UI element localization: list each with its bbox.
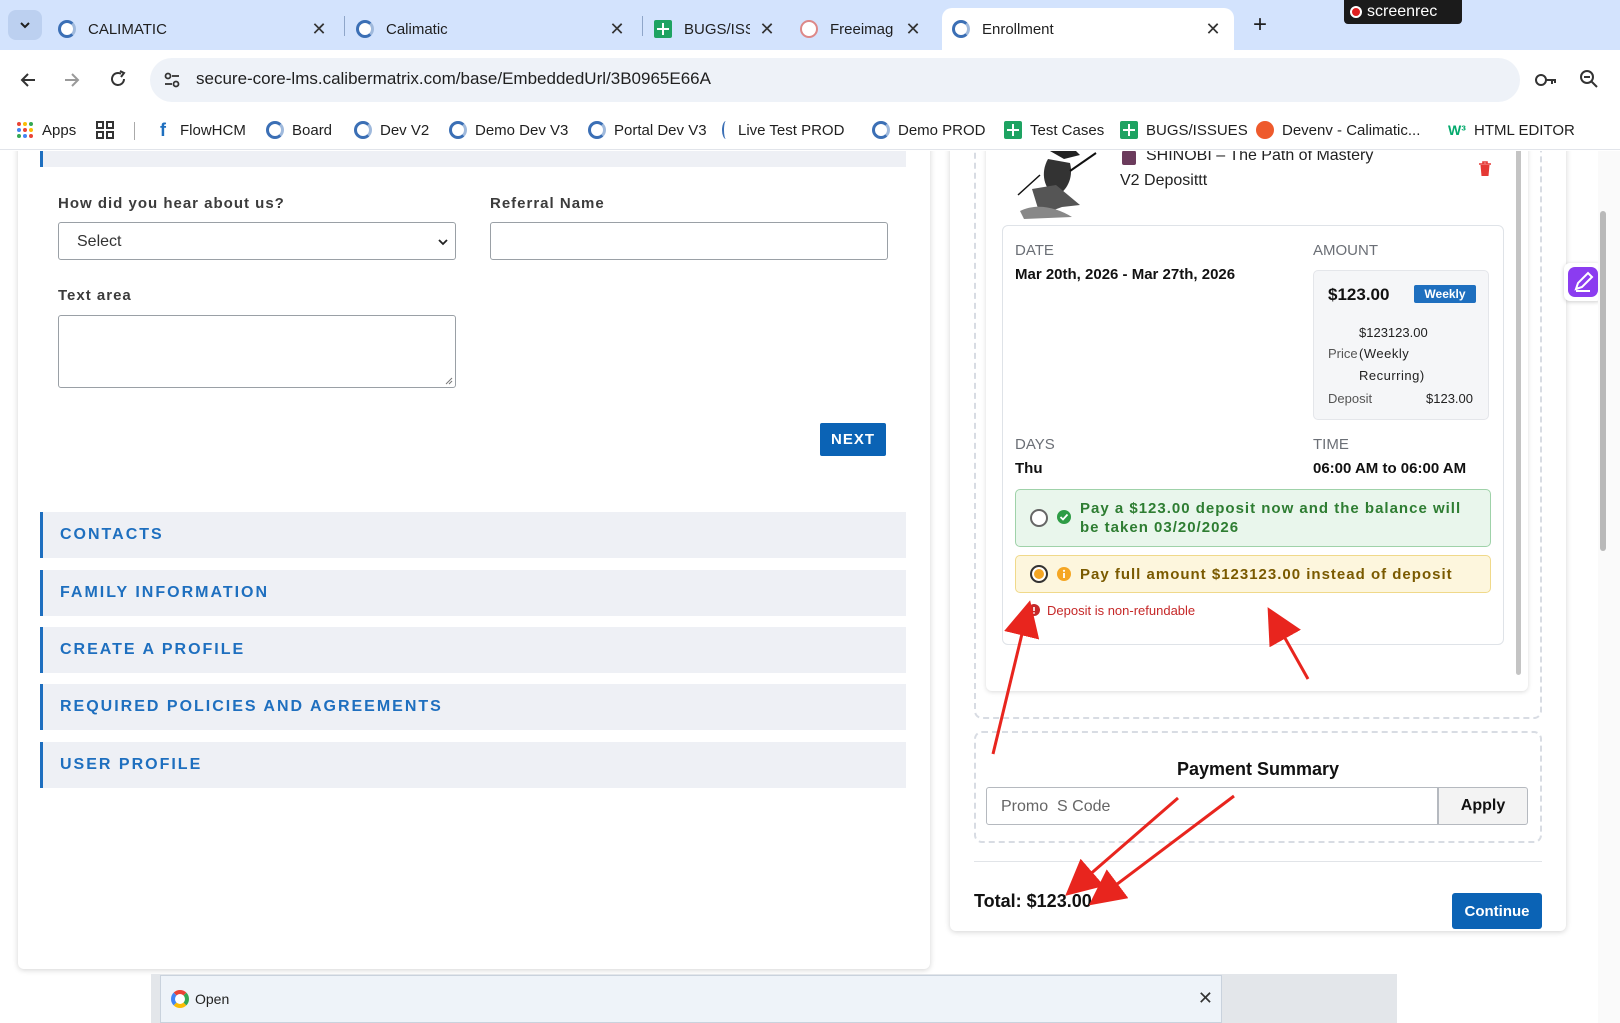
bookmark-devenv[interactable]: Devenv - Calimatic... — [1256, 119, 1420, 141]
sheets-icon — [1120, 121, 1138, 139]
password-key-icon[interactable] — [1534, 70, 1558, 90]
bookmark-label: Demo PROD — [898, 121, 986, 139]
bookmark-demo-dev-v3[interactable]: Demo Dev V3 — [449, 119, 568, 141]
bookmark-portal-dev-v3[interactable]: Portal Dev V3 — [588, 119, 707, 141]
tab-groups-icon — [96, 121, 114, 139]
annotation-arrow-total-1 — [1065, 796, 1179, 896]
bookmark-dev-v2[interactable]: Dev V2 — [354, 119, 429, 141]
bookmark-apps[interactable]: Apps — [16, 119, 76, 141]
new-tab-button[interactable]: + — [1246, 12, 1274, 40]
close-icon[interactable]: ✕ — [758, 20, 776, 38]
browser-tab[interactable]: Calimatic ✕ — [356, 8, 626, 50]
bookmark-label: Board — [292, 121, 333, 139]
partial-icon — [722, 121, 730, 139]
bookmark-label: BUGS/ISSUES — [1146, 121, 1248, 139]
calimatic-icon — [356, 20, 374, 38]
annotation-arrows — [991, 600, 1310, 906]
bookmark-html-editor[interactable]: W³ HTML EDITOR — [1448, 119, 1575, 141]
chevron-down-icon — [20, 22, 30, 29]
calimatic-icon — [354, 121, 372, 139]
page-scrollbar[interactable] — [1598, 151, 1620, 1023]
screen-recorder-badge: screenrec — [1344, 0, 1462, 24]
annotation-arrow-full-text — [1267, 607, 1310, 680]
bookmark-live-test-prod[interactable]: Live Test PROD — [722, 119, 844, 141]
browser-tab[interactable]: BUGS/ISS ✕ — [654, 8, 776, 50]
flowhcm-icon: f — [160, 120, 166, 140]
annotation-arrow-radio — [991, 600, 1040, 755]
open-file-bar[interactable]: Open ✕ — [160, 975, 1222, 1023]
reload-icon[interactable] — [108, 69, 128, 89]
record-icon — [1350, 6, 1362, 18]
back-arrow-icon[interactable] — [18, 70, 38, 90]
calimatic-icon — [266, 121, 284, 139]
bookmark-label: Portal Dev V3 — [614, 121, 707, 139]
browser-tab-active[interactable]: Enrollment ✕ — [942, 8, 1234, 50]
bookmark-flowhcm[interactable]: f FlowHCM — [154, 119, 246, 141]
bookmarks-bar: Apps f FlowHCM Board Dev V2 Demo Dev V3 … — [0, 110, 1620, 150]
calimatic-icon — [449, 121, 467, 139]
bookmark-demo-prod[interactable]: Demo PROD — [872, 119, 986, 141]
zoom-icon[interactable] — [1578, 68, 1600, 90]
freeimage-icon — [800, 20, 818, 38]
sheets-icon — [654, 20, 672, 38]
url-text[interactable]: secure-core-lms.calibermatrix.com/base/E… — [196, 69, 711, 89]
bookmark-bugs-issues[interactable]: BUGS/ISSUES — [1120, 119, 1248, 141]
bookmark-label: Dev V2 — [380, 121, 430, 139]
devenv-icon — [1256, 121, 1274, 139]
browser-tab[interactable]: CALIMATIC ✕ — [58, 8, 328, 50]
annotation-arrow-total-2 — [1088, 794, 1235, 906]
bookmark-label: Test Cases — [1030, 121, 1105, 139]
apps-grid-icon — [17, 122, 33, 138]
bookmark-label: Apps — [42, 121, 77, 139]
bookmark-divider — [134, 122, 135, 140]
tab-title: BUGS/ISS — [684, 20, 750, 38]
tab-divider — [642, 16, 643, 36]
browser-toolbar: secure-core-lms.calibermatrix.com/base/E… — [0, 50, 1620, 110]
page-content: How did you hear about us? Select Referr… — [0, 151, 1620, 1023]
close-icon[interactable]: ✕ — [1198, 988, 1213, 1009]
browser-tab[interactable]: Freeimag ✕ — [800, 8, 922, 50]
sheets-icon — [1004, 121, 1022, 139]
bookmark-label: Demo Dev V3 — [475, 121, 569, 139]
bookmark-label: Devenv - Calimatic... — [1282, 121, 1421, 139]
close-icon[interactable]: ✕ — [1204, 20, 1222, 38]
close-icon[interactable]: ✕ — [310, 20, 328, 38]
browser-tab-bar: CALIMATIC ✕ Calimatic ✕ BUGS/ISS ✕ Freei… — [0, 0, 1620, 50]
bookmark-test-cases[interactable]: Test Cases — [1004, 119, 1104, 141]
tab-divider — [344, 16, 345, 36]
chrome-icon — [171, 990, 189, 1008]
page-scrollbar-thumb[interactable] — [1600, 211, 1606, 551]
bookmark-tab-groups[interactable] — [96, 119, 122, 141]
recorder-label: screenrec — [1367, 3, 1438, 20]
bookmark-label: HTML EDITOR — [1474, 121, 1575, 139]
w3-icon: W³ — [1448, 122, 1466, 138]
forward-arrow-icon[interactable] — [62, 70, 82, 90]
bookmark-label: Live Test PROD — [738, 121, 845, 139]
tab-title: Enrollment — [982, 20, 1054, 38]
open-file-label: Open — [195, 991, 230, 1007]
tab-title: Calimatic — [386, 20, 448, 38]
close-icon[interactable]: ✕ — [904, 20, 922, 38]
tab-search-button[interactable] — [8, 10, 42, 40]
site-settings-icon[interactable] — [162, 70, 182, 90]
tab-title: Freeimag — [830, 20, 894, 38]
bookmark-label: FlowHCM — [180, 121, 246, 139]
bookmark-board[interactable]: Board — [266, 119, 332, 141]
calimatic-icon — [952, 20, 970, 38]
calimatic-icon — [872, 121, 890, 139]
tab-title: CALIMATIC — [88, 20, 167, 38]
calimatic-icon — [58, 20, 76, 38]
calimatic-icon — [588, 121, 606, 139]
close-icon[interactable]: ✕ — [608, 20, 626, 38]
